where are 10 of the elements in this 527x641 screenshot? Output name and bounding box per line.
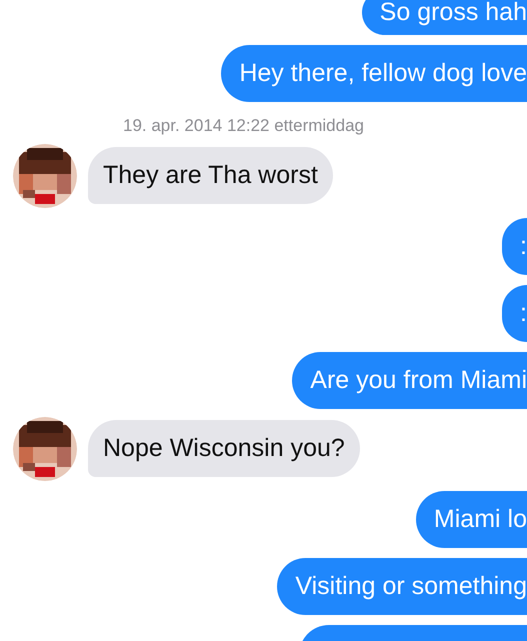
timestamp: 19. apr. 2014 12:22 ettermiddag xyxy=(122,116,364,136)
sent-message: Are you from Miami xyxy=(292,352,527,409)
sent-message: So gross hah xyxy=(362,0,527,35)
sent-message: : xyxy=(502,285,527,342)
sent-message: Hey there, fellow dog love xyxy=(221,45,527,102)
sent-message: Miami lo xyxy=(416,491,527,548)
sent-message: Visiting or something xyxy=(277,558,527,615)
sent-message: : xyxy=(502,218,527,275)
received-message: They are Tha worst xyxy=(88,147,333,204)
received-message: Nope Wisconsin you? xyxy=(88,420,360,477)
